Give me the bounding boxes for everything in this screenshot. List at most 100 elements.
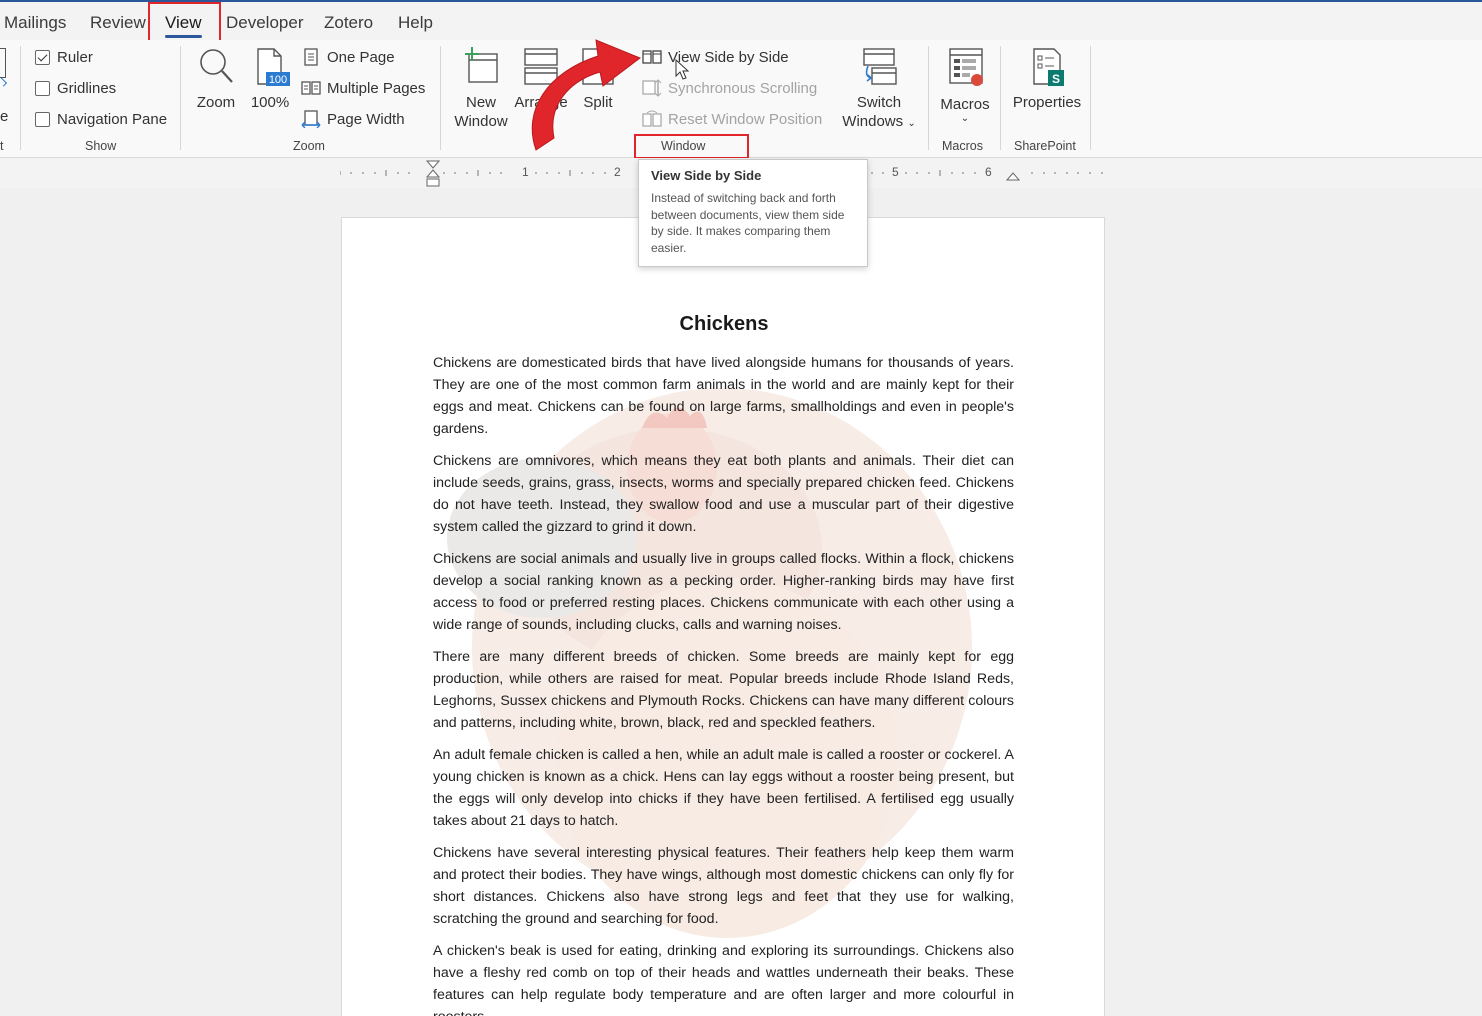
switch-windows-label-2-text: Windows bbox=[842, 113, 904, 130]
paragraph: There are many different breeds of chick… bbox=[433, 649, 1014, 731]
indent-marker-icon[interactable] bbox=[425, 160, 441, 188]
group-separator bbox=[1090, 46, 1091, 150]
window-group-highlight-box bbox=[634, 134, 749, 159]
arrange-all-label-2: All bbox=[532, 113, 550, 130]
paragraph: An adult female chicken is called a hen,… bbox=[433, 747, 1014, 829]
zoom-100-button-label: 100% bbox=[250, 94, 290, 111]
reset-window-position-button[interactable]: Reset Window Position bbox=[642, 109, 822, 129]
navigation-pane-checkbox[interactable]: Navigation Pane bbox=[35, 109, 167, 129]
zoom-button-label: Zoom bbox=[196, 94, 236, 111]
view-side-by-side-tooltip: View Side by Side Instead of switching b… bbox=[638, 159, 868, 267]
split-label: Split bbox=[583, 94, 613, 111]
one-page-label: One Page bbox=[327, 48, 395, 66]
page-width-button[interactable]: Page Width bbox=[301, 109, 405, 129]
partial-group-icon bbox=[0, 48, 6, 78]
paragraph: Chickens have several interesting physic… bbox=[433, 845, 1014, 927]
switch-windows-icon bbox=[863, 48, 897, 85]
one-page-button[interactable]: One Page bbox=[301, 47, 395, 67]
right-indent-marker-icon[interactable] bbox=[1006, 170, 1020, 182]
ruler-number: 6 bbox=[985, 165, 992, 179]
page-100-icon-text: 100 bbox=[269, 74, 287, 86]
zoom-100-button[interactable]: 100 100% bbox=[249, 46, 291, 112]
new-window-label-2: Window bbox=[454, 113, 508, 130]
synchronous-scrolling-button[interactable]: Synchronous Scrolling bbox=[642, 78, 817, 98]
gridlines-check-icon bbox=[35, 80, 50, 96]
ruler-number: 1 bbox=[522, 165, 529, 179]
arrange-all-button[interactable]: Arrange All bbox=[513, 46, 569, 131]
page-100-icon: 100 bbox=[257, 48, 290, 86]
macros-icon bbox=[949, 48, 983, 86]
partial-group-arrow-icon bbox=[0, 77, 8, 87]
multiple-pages-icon bbox=[301, 79, 321, 97]
properties-label: Properties bbox=[1012, 94, 1082, 111]
group-separator bbox=[928, 46, 929, 150]
sharepoint-icon-text: S bbox=[1052, 72, 1060, 86]
ruler-checkbox-label: Ruler bbox=[57, 48, 93, 66]
reset-window-position-label: Reset Window Position bbox=[668, 110, 823, 128]
paragraph: Chickens are social animals and usually … bbox=[433, 551, 1014, 633]
macros-label: Macros bbox=[940, 96, 990, 113]
page-width-label: Page Width bbox=[327, 110, 405, 128]
sharepoint-group-label: SharePoint bbox=[1014, 139, 1076, 153]
chevron-down-icon: ⌄ bbox=[907, 118, 916, 129]
ruler-number: 5 bbox=[892, 165, 899, 179]
paragraph: A chicken's beak is used for eating, dri… bbox=[433, 943, 1014, 1016]
tooltip-title: View Side by Side bbox=[651, 168, 762, 183]
tooltip-description: Instead of switching back and forth betw… bbox=[651, 191, 845, 255]
synchronous-scrolling-label: Synchronous Scrolling bbox=[668, 79, 818, 97]
split-button[interactable]: Split bbox=[576, 46, 620, 112]
tab-developer[interactable]: Developer bbox=[226, 12, 304, 34]
new-window-label-1: New bbox=[465, 94, 496, 111]
ruler-checkbox[interactable]: Ruler bbox=[35, 47, 93, 67]
partial-group-footer-fragment: t bbox=[0, 139, 4, 153]
group-separator bbox=[440, 46, 441, 150]
ruler-check-icon bbox=[35, 49, 50, 65]
document-title: Chickens bbox=[679, 313, 769, 335]
chevron-down-icon: ⌄ bbox=[960, 113, 970, 124]
navigation-pane-check-icon bbox=[35, 111, 50, 127]
properties-button[interactable]: S Properties bbox=[1010, 46, 1084, 112]
one-page-icon bbox=[301, 48, 321, 66]
tab-help[interactable]: Help bbox=[398, 12, 433, 34]
multiple-pages-label: Multiple Pages bbox=[327, 79, 426, 97]
group-separator bbox=[20, 46, 21, 150]
document-body[interactable]: Chickens are domesticated birds that hav… bbox=[433, 352, 1014, 1016]
synchronous-scrolling-icon bbox=[642, 79, 662, 97]
paragraph: Chickens are domesticated birds that hav… bbox=[433, 355, 1014, 437]
paragraph: Chickens are omnivores, which means they… bbox=[433, 453, 1014, 535]
multiple-pages-button[interactable]: Multiple Pages bbox=[301, 78, 425, 98]
tab-mailings[interactable]: Mailings bbox=[4, 12, 66, 34]
group-separator bbox=[1000, 46, 1001, 150]
sharepoint-properties-icon: S bbox=[1033, 48, 1064, 86]
document-page[interactable]: Chickens Chickens are domesticated birds… bbox=[341, 217, 1105, 1016]
document-canvas: Chickens Chickens are domesticated birds… bbox=[0, 188, 1482, 1016]
new-window-icon bbox=[465, 47, 498, 83]
new-window-button[interactable]: New Window bbox=[452, 46, 510, 131]
gridlines-checkbox-label: Gridlines bbox=[57, 79, 117, 97]
side-by-side-icon bbox=[642, 48, 662, 66]
tab-review[interactable]: Review bbox=[90, 12, 146, 34]
page-width-icon bbox=[301, 110, 321, 128]
partial-group-label-fragment: e bbox=[0, 108, 9, 125]
switch-windows-button[interactable]: Switch Windows ⌄ bbox=[838, 46, 920, 133]
macros-group-label: Macros bbox=[942, 139, 983, 153]
macros-button[interactable]: Macros ⌄ bbox=[938, 46, 992, 124]
group-separator bbox=[180, 46, 181, 150]
split-icon bbox=[582, 48, 614, 85]
reset-window-position-icon bbox=[642, 110, 662, 128]
show-group-label: Show bbox=[85, 139, 117, 153]
view-side-by-side-label: View Side by Side bbox=[668, 48, 789, 66]
gridlines-checkbox[interactable]: Gridlines bbox=[35, 78, 116, 98]
tab-zotero[interactable]: Zotero bbox=[324, 12, 373, 34]
zoom-group-label: Zoom bbox=[293, 139, 325, 153]
arrange-all-icon bbox=[524, 48, 558, 85]
view-tab-highlight-box bbox=[148, 2, 221, 44]
switch-windows-label-2: Windows ⌄ bbox=[838, 112, 920, 133]
ribbon-tab-bar: Mailings Review View Developer Zotero He… bbox=[0, 0, 1482, 40]
magnifier-icon bbox=[200, 49, 233, 83]
arrange-all-label-1: Arrange bbox=[514, 94, 568, 111]
view-side-by-side-button[interactable]: View Side by Side bbox=[642, 47, 789, 67]
navigation-pane-checkbox-label: Navigation Pane bbox=[57, 110, 168, 128]
switch-windows-label-1: Switch bbox=[856, 94, 902, 111]
zoom-button[interactable]: Zoom bbox=[193, 46, 239, 112]
